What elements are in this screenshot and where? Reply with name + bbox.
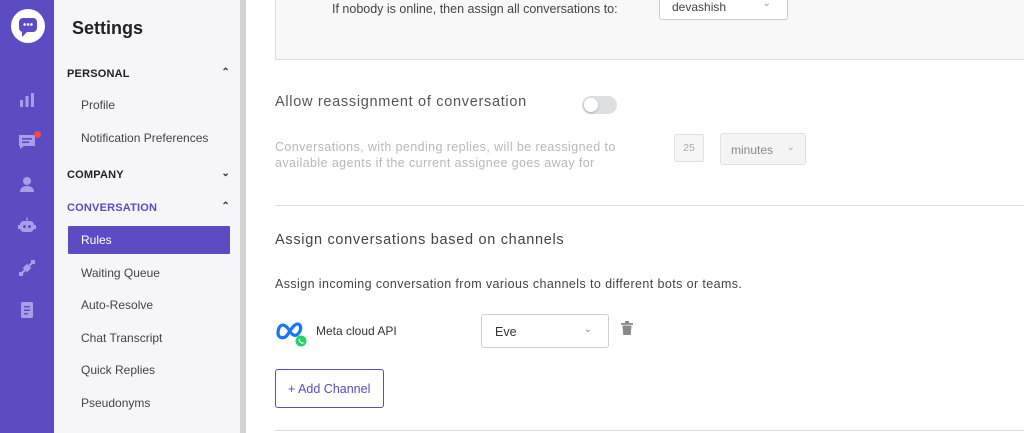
- section-personal[interactable]: PERSONAL ⌃: [67, 64, 230, 84]
- sidebar-item-label: Notification Preferences: [81, 131, 209, 145]
- toggle-knob: [584, 98, 598, 112]
- chat-logo-icon[interactable]: [11, 9, 45, 43]
- add-channel-button[interactable]: + Add Channel: [275, 369, 384, 408]
- knowledge-base-icon[interactable]: [18, 301, 36, 319]
- section-divider: [275, 430, 1024, 431]
- reassignment-heading: Allow reassignment of conversation: [275, 94, 527, 110]
- delete-channel-icon[interactable]: [621, 321, 633, 335]
- channel-assignee-select[interactable]: Eve ⌄: [481, 314, 609, 348]
- channel-name: Meta cloud API: [316, 324, 397, 338]
- sidebar-item-label: Quick Replies: [81, 363, 156, 377]
- reassignment-duration-input[interactable]: 25: [674, 134, 704, 162]
- select-value: devashish: [672, 0, 727, 14]
- integrations-icon[interactable]: [18, 259, 36, 277]
- sidebar-item-label: Pseudonyms: [81, 396, 151, 410]
- section-label: PERSONAL: [67, 68, 130, 80]
- chevron-down-icon: ⌄: [786, 142, 795, 153]
- reassignment-unit-select[interactable]: minutes ⌄: [720, 133, 806, 165]
- reassignment-description: Conversations, with pending replies, wil…: [275, 140, 616, 170]
- section-label: CONVERSATION: [67, 202, 158, 214]
- sidebar-item-auto-resolve[interactable]: Auto-Resolve: [68, 291, 230, 319]
- section-label: COMPANY: [67, 169, 124, 181]
- select-value: Eve: [495, 325, 517, 339]
- offline-assignee-select[interactable]: devashish ⌄: [659, 0, 788, 20]
- sidebar-item-label: Chat Transcript: [81, 331, 163, 345]
- sidebar-item-quick-replies[interactable]: Quick Replies: [68, 356, 230, 384]
- section-conversation[interactable]: CONVERSATION ⌃: [67, 198, 230, 218]
- sidebar-item-pseudonyms[interactable]: Pseudonyms: [68, 389, 230, 417]
- chevron-down-icon: ⌄: [583, 324, 592, 335]
- settings-sidebar: Settings PERSONAL ⌃ Profile Notification…: [54, 0, 240, 433]
- chevron-down-icon: ⌄: [221, 168, 230, 179]
- section-company[interactable]: COMPANY ⌄: [67, 165, 230, 185]
- bot-icon[interactable]: [18, 217, 36, 235]
- meta-whatsapp-icon: [275, 317, 307, 347]
- sidebar-item-label: Rules: [81, 233, 112, 247]
- chevron-up-icon: ⌃: [221, 201, 230, 212]
- offline-rule-text: If nobody is online, then assign all con…: [332, 2, 618, 16]
- contacts-icon[interactable]: [18, 175, 36, 193]
- channels-subtitle: Assign incoming conversation from variou…: [275, 277, 743, 291]
- chevron-down-icon: ⌄: [762, 0, 771, 9]
- sidebar-item-label: Auto-Resolve: [81, 298, 154, 312]
- select-value: minutes: [731, 143, 774, 157]
- sidebar-item-profile[interactable]: Profile: [68, 91, 230, 119]
- button-label: + Add Channel: [288, 382, 371, 396]
- chevron-up-icon: ⌃: [221, 67, 230, 78]
- offline-assignment-box: If nobody is online, then assign all con…: [275, 0, 1024, 60]
- reassignment-toggle[interactable]: [582, 96, 617, 114]
- sidebar-item-label: Waiting Queue: [81, 266, 160, 280]
- rules-content: If nobody is online, then assign all con…: [246, 0, 1024, 433]
- notification-dot: [34, 131, 41, 138]
- sidebar-item-rules[interactable]: Rules: [68, 226, 230, 254]
- sidebar-item-chat-transcript[interactable]: Chat Transcript: [68, 324, 230, 352]
- reports-icon[interactable]: [18, 91, 36, 109]
- sidebar-item-label: Profile: [81, 98, 116, 112]
- app-nav-rail: [0, 0, 54, 433]
- sidebar-title: Settings: [72, 18, 144, 38]
- channels-heading: Assign conversations based on channels: [275, 232, 565, 248]
- sidebar-item-notification-preferences[interactable]: Notification Preferences: [68, 124, 230, 152]
- section-divider: [275, 205, 1024, 206]
- sidebar-item-waiting-queue[interactable]: Waiting Queue: [68, 259, 230, 287]
